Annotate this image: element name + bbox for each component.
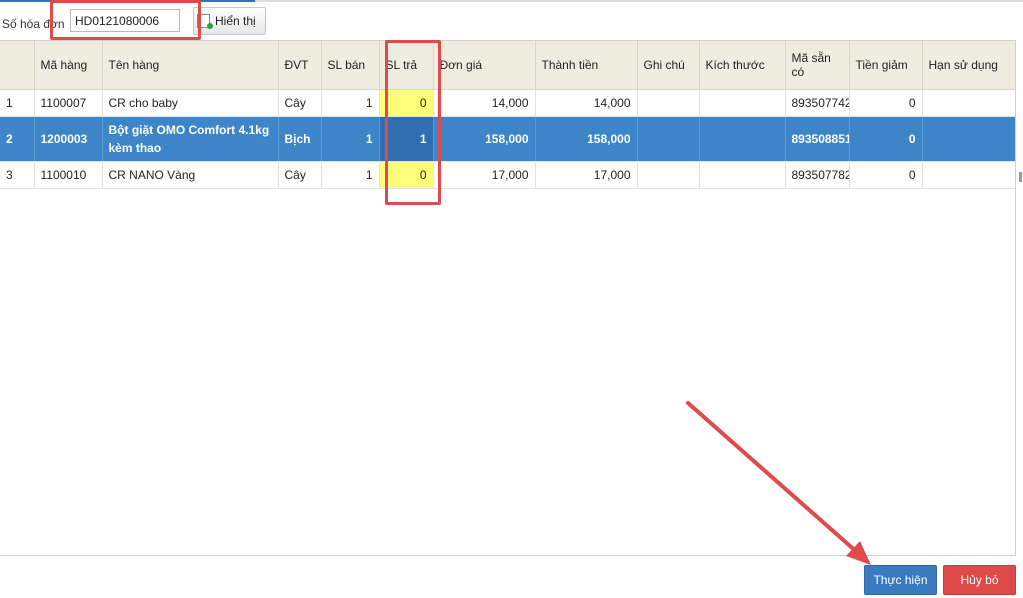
invoice-items-table: Mã hàng Tên hàng ĐVT SL bán SL trả Đơn g… — [0, 41, 1015, 189]
execute-button[interactable]: Thực hiện — [864, 565, 937, 595]
col-header-amount[interactable]: Thành tiền — [535, 41, 638, 90]
cell-qty-returned[interactable]: 0 — [379, 89, 434, 117]
col-header-index[interactable] — [0, 41, 35, 90]
invoice-items-grid[interactable]: Mã hàng Tên hàng ĐVT SL bán SL trả Đơn g… — [0, 40, 1016, 556]
cell-index: 2 — [0, 116, 35, 162]
active-tab-indicator — [0, 0, 255, 2]
search-toolbar: Số hóa đơn Hiển thị — [0, 6, 1023, 38]
table-row[interactable]: 3 1100010 CR NANO Vàng Cây 1 0 17,000 17… — [0, 161, 1015, 189]
col-header-unit-price[interactable]: Đơn giá — [433, 41, 536, 90]
cell-unit: Cây — [278, 161, 322, 189]
cell-note[interactable] — [637, 89, 700, 117]
cell-item-name: CR NANO Vàng — [102, 161, 279, 189]
cell-barcode: 8935077424 — [785, 89, 850, 117]
table-header-row: Mã hàng Tên hàng ĐVT SL bán SL trả Đơn g… — [0, 41, 1015, 90]
cell-item-name: CR cho baby — [102, 89, 279, 117]
cell-discount: 0 — [849, 161, 923, 189]
col-header-barcode[interactable]: Mã sẵn có — [785, 41, 850, 90]
cell-qty-returned[interactable]: 0 — [379, 161, 434, 189]
col-header-qty-returned[interactable]: SL trả — [379, 41, 434, 90]
cell-qty-sold: 1 — [321, 116, 380, 162]
invoice-number-label: Số hóa đơn — [2, 17, 65, 31]
cell-note[interactable] — [637, 116, 700, 162]
cell-unit-price: 17,000 — [433, 161, 536, 189]
cell-barcode: 8935077828 — [785, 161, 850, 189]
show-button[interactable]: Hiển thị — [193, 7, 266, 35]
table-row[interactable]: 1 1100007 CR cho baby Cây 1 0 14,000 14,… — [0, 89, 1015, 117]
col-header-item-name[interactable]: Tên hàng — [102, 41, 279, 90]
scrollbar-marker[interactable] — [1019, 172, 1022, 182]
show-button-label: Hiển thị — [215, 14, 256, 28]
cell-expiry — [922, 161, 1015, 189]
cancel-button[interactable]: Hủy bỏ — [943, 565, 1016, 595]
cell-unit-price: 14,000 — [433, 89, 536, 117]
cell-item-name: Bột giặt OMO Comfort 4.1kg kèm thao — [102, 116, 279, 162]
cell-size — [699, 161, 786, 189]
cell-qty-returned[interactable]: 1 — [379, 116, 434, 162]
table-row-selected[interactable]: 2 1200003 Bột giặt OMO Comfort 4.1kg kèm… — [0, 116, 1015, 162]
cell-qty-sold: 1 — [321, 89, 380, 117]
cell-expiry — [922, 89, 1015, 117]
document-add-icon — [197, 14, 213, 29]
cell-note[interactable] — [637, 161, 700, 189]
col-header-unit[interactable]: ĐVT — [278, 41, 322, 90]
col-header-qty-sold[interactable]: SL bán — [321, 41, 380, 90]
cell-unit-price: 158,000 — [433, 116, 536, 162]
cell-index: 1 — [0, 89, 35, 117]
cell-discount: 0 — [849, 116, 923, 162]
cell-qty-sold: 1 — [321, 161, 380, 189]
cell-amount: 158,000 — [535, 116, 638, 162]
cell-item-code: 1100010 — [34, 161, 103, 189]
invoice-number-input[interactable] — [70, 9, 180, 32]
col-header-item-code[interactable]: Mã hàng — [34, 41, 103, 90]
col-header-discount[interactable]: Tiền giảm — [849, 41, 923, 90]
cell-item-code: 1100007 — [34, 89, 103, 117]
cell-amount: 14,000 — [535, 89, 638, 117]
cell-size — [699, 89, 786, 117]
col-header-expiry[interactable]: Hạn sử dụng — [922, 41, 1015, 90]
cell-unit: Cây — [278, 89, 322, 117]
col-header-size[interactable]: Kích thước — [699, 41, 786, 90]
cell-expiry — [922, 116, 1015, 162]
col-header-note[interactable]: Ghi chú — [637, 41, 700, 90]
cell-unit: Bịch — [278, 116, 322, 162]
cell-discount: 0 — [849, 89, 923, 117]
cell-item-code: 1200003 — [34, 116, 103, 162]
cell-amount: 17,000 — [535, 161, 638, 189]
cell-index: 3 — [0, 161, 35, 189]
cell-barcode: 8935088516 — [785, 116, 850, 162]
window-top-border — [0, 0, 1023, 2]
cell-size — [699, 116, 786, 162]
